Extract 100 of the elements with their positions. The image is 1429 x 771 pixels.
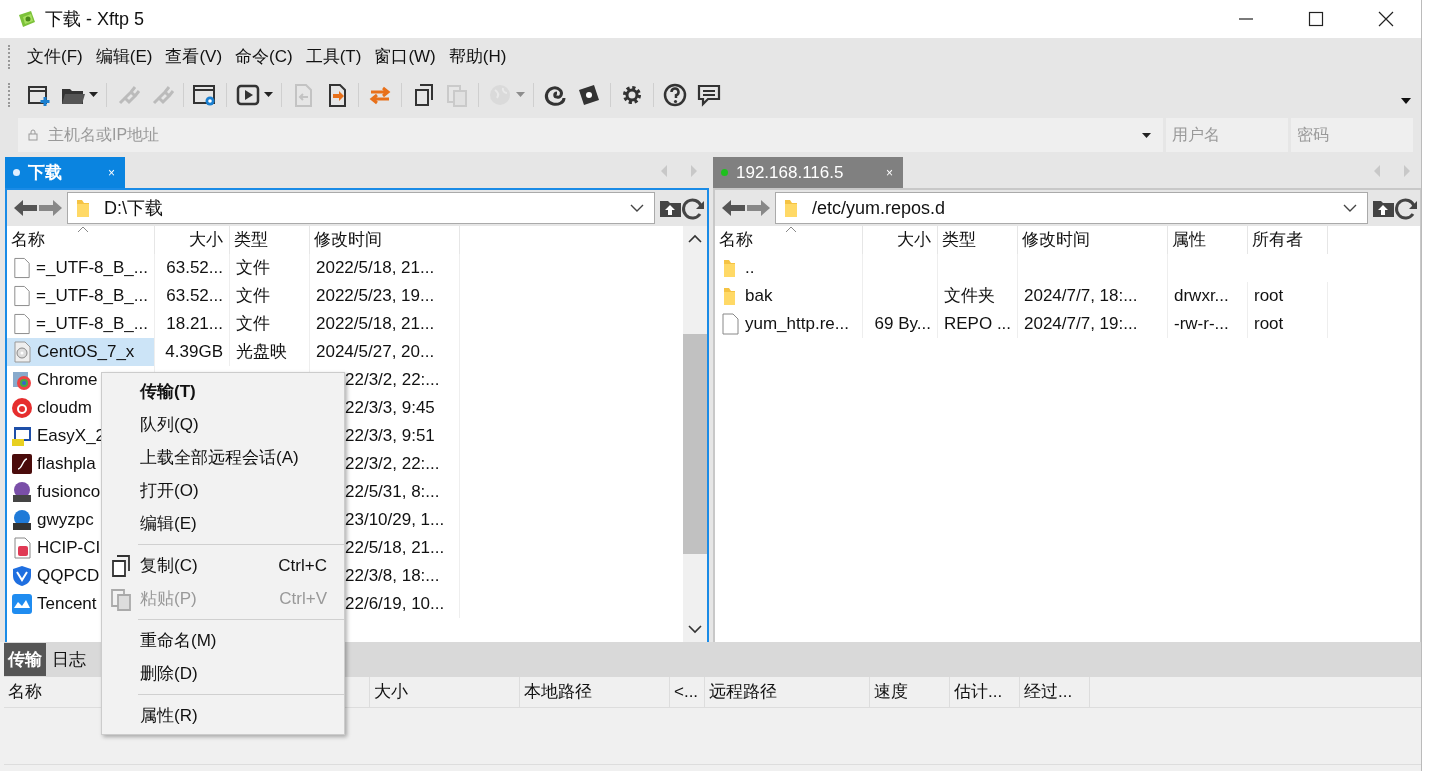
file-size-text: 18.21... xyxy=(166,314,223,333)
column-header[interactable]: 属性 xyxy=(1168,226,1248,254)
minimize-icon xyxy=(1239,18,1253,20)
column-header[interactable]: 远程路径 xyxy=(705,677,870,707)
paste-icon xyxy=(109,586,133,611)
modified-date-text: 2024/7/7, 18:... xyxy=(1024,286,1138,305)
file-type-text: 文件 xyxy=(236,258,270,277)
file-name-cell[interactable]: yum_http.re... xyxy=(715,310,863,338)
owner-text: root xyxy=(1254,286,1284,305)
column-header[interactable]: 速度 xyxy=(870,677,950,707)
menu-item[interactable]: 工具(T) xyxy=(300,41,367,72)
easyx-file-icon xyxy=(11,425,33,447)
pane-tab[interactable]: 日志 xyxy=(48,643,90,676)
scroll-down-icon[interactable] xyxy=(688,624,702,634)
menu-item[interactable]: 属性(R) xyxy=(102,699,344,732)
username-field[interactable]: 用户名 xyxy=(1166,118,1288,152)
column-header[interactable]: 类型 xyxy=(230,226,310,254)
file-size-text: 69 By... xyxy=(874,314,931,333)
scrollbar-thumb[interactable] xyxy=(683,334,707,554)
column-header[interactable]: 类型 xyxy=(938,226,1018,254)
password-field[interactable]: 密码 xyxy=(1291,118,1413,152)
paste-icon xyxy=(444,82,470,108)
back-forward-icon[interactable] xyxy=(13,197,63,219)
column-header[interactable]: 经过... xyxy=(1020,677,1090,707)
menu-item[interactable]: 编辑(E) xyxy=(90,41,158,72)
properties-icon xyxy=(192,82,218,108)
close-icon xyxy=(1378,11,1394,27)
pane-tab[interactable]: 传输 xyxy=(4,643,46,676)
column-header[interactable]: 修改时间 xyxy=(1018,226,1168,254)
path-field[interactable]: /etc/yum.repos.d xyxy=(775,192,1368,224)
column-header[interactable]: 名称 xyxy=(715,226,863,254)
scroll-up-icon[interactable] xyxy=(688,234,702,244)
menu-item[interactable]: 查看(V) xyxy=(160,41,228,72)
column-header[interactable]: 本地路径 xyxy=(520,677,670,707)
file-type-text: 文件 xyxy=(236,286,270,305)
chat-icon xyxy=(696,82,722,108)
doc-file-icon xyxy=(11,313,33,335)
modified-date-text: 2022/5/23, 19... xyxy=(316,286,435,305)
doc-file-icon xyxy=(719,313,741,335)
file-type-text: 文件夹 xyxy=(944,286,995,305)
file-name-cell[interactable]: CentOS_7_x xyxy=(7,338,155,366)
file-size-text: 4.39GB xyxy=(165,342,223,361)
folder-icon xyxy=(784,198,798,218)
play-icon xyxy=(235,82,261,108)
menu-item[interactable]: 删除(D) xyxy=(102,657,344,690)
file-type-text: 文件 xyxy=(236,314,270,333)
copy-icon xyxy=(109,553,133,578)
session-tab[interactable]: 192.168.116.5 × xyxy=(713,157,903,188)
menu-item[interactable]: 重命名(M) xyxy=(102,624,344,657)
disc-file-icon xyxy=(11,341,33,363)
column-header[interactable]: <... xyxy=(670,677,705,707)
cloud-file-icon xyxy=(11,593,33,615)
modified-date-text: 22/3/3, 9:45 xyxy=(345,398,435,417)
modified-date-text: 22/3/2, 22:... xyxy=(345,370,440,389)
attributes-text: drwxr... xyxy=(1174,286,1229,305)
toolbar-overflow-icon[interactable] xyxy=(1401,98,1411,104)
menu-item[interactable]: 文件(F) xyxy=(22,41,88,72)
pdf-file-icon xyxy=(11,537,33,559)
file-size-text: 63.52... xyxy=(166,286,223,305)
file-name-cell[interactable]: =_UTF-8_B_... xyxy=(7,254,155,282)
column-header[interactable]: 大小 xyxy=(863,226,938,254)
maximize-icon xyxy=(1308,11,1324,27)
file-type-text: 光盘映 xyxy=(236,342,287,361)
file-name-cell[interactable]: =_UTF-8_B_... xyxy=(7,282,155,310)
setup-file-icon xyxy=(11,369,33,391)
up-refresh-icon[interactable] xyxy=(1372,196,1418,220)
help-icon xyxy=(662,82,688,108)
modified-date-text: 22/5/31, 8:... xyxy=(345,482,440,501)
modified-date-text: 22/6/19, 10... xyxy=(345,594,445,613)
zip-file-icon xyxy=(11,509,33,531)
path-field[interactable]: D:\下载 xyxy=(67,192,655,224)
column-header[interactable]: 所有者 xyxy=(1248,226,1328,254)
modified-date-text: 22/5/18, 21... xyxy=(345,538,445,557)
file-size-text: 63.52... xyxy=(166,258,223,277)
host-field[interactable]: 主机名或IP地址 xyxy=(18,118,1163,152)
dropdown-caret-icon[interactable] xyxy=(1142,133,1151,138)
file-name-cell[interactable]: bak xyxy=(715,282,863,310)
menu-item[interactable]: 命令(C) xyxy=(230,41,298,72)
flash-file-icon xyxy=(11,453,33,475)
shield-file-icon xyxy=(11,565,33,587)
up-refresh-icon[interactable] xyxy=(659,196,705,220)
file-name-cell[interactable]: .. xyxy=(715,254,863,282)
column-header[interactable]: 名称 xyxy=(7,226,155,254)
window-title: 下载 - Xftp 5 xyxy=(45,8,145,31)
back-forward-icon[interactable] xyxy=(721,197,771,219)
column-header[interactable]: 估计... xyxy=(950,677,1020,707)
session-tab[interactable]: 下载 × xyxy=(5,157,125,188)
column-header[interactable]: 修改时间 xyxy=(310,226,460,254)
doc-file-icon xyxy=(11,257,33,279)
menu-item[interactable]: 帮助(H) xyxy=(443,41,512,72)
file-type-text: REPO ... xyxy=(944,314,1012,333)
folder-icon xyxy=(76,198,90,218)
modified-date-text: 2024/7/7, 19:... xyxy=(1024,314,1138,333)
modified-date-text: 23/10/29, 1... xyxy=(345,510,445,529)
music-file-icon xyxy=(11,397,33,419)
column-header[interactable]: 大小 xyxy=(370,677,520,707)
modified-date-text: 2022/5/18, 21... xyxy=(316,258,435,277)
column-header[interactable]: 大小 xyxy=(155,226,230,254)
owner-text: root xyxy=(1254,314,1284,333)
menu-item[interactable]: 窗口(W) xyxy=(369,41,441,72)
